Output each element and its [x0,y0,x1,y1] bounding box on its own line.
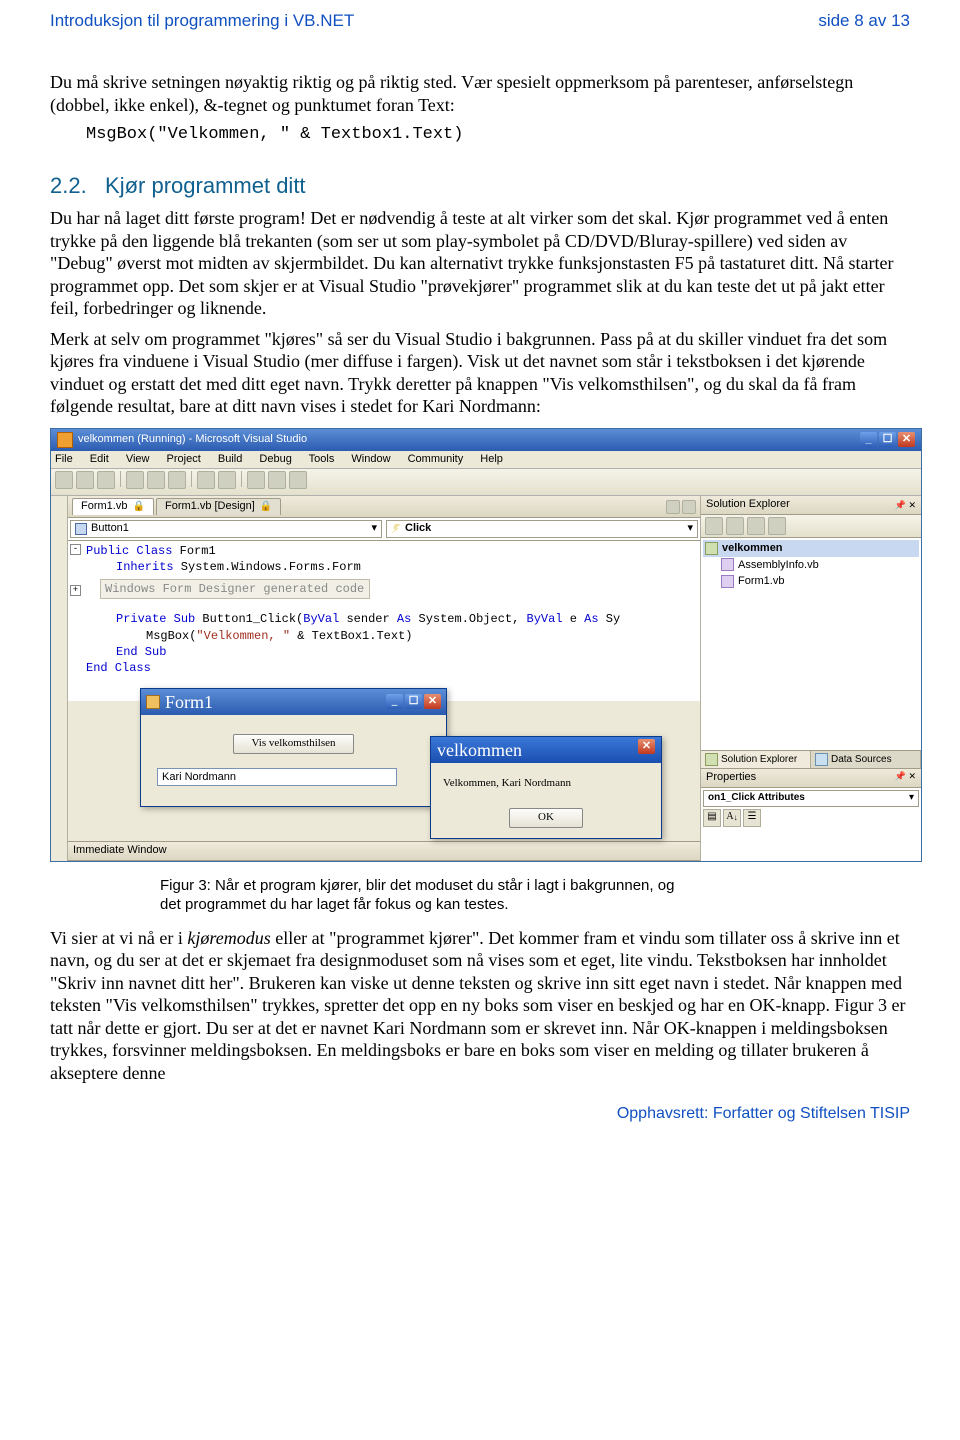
code-sample-1: MsgBox("Velkommen, " & Textbox1.Text) [86,124,910,145]
code-editor[interactable]: - Public Class Form1 Inherits System.Win… [68,541,700,701]
menu-edit[interactable]: Edit [90,453,109,465]
sort-categorized-icon[interactable]: ▤ [703,809,721,827]
menu-debug[interactable]: Debug [259,453,291,465]
paragraph-1: Du må skrive setningen nøyaktig riktig o… [50,71,910,116]
minimize-button[interactable]: _ [386,694,403,709]
maximize-button[interactable]: ☐ [405,694,422,709]
paragraph-3: Merk at selv om programmet "kjøres" så s… [50,328,910,418]
paragraph-2: Du har nå laget ditt første program! Det… [50,207,910,320]
menu-file[interactable]: File [55,453,73,465]
copyright: Opphavsrett: Forfatter og Stiftelsen TIS… [50,1104,910,1124]
project-icon [705,542,718,555]
toolbar-icon[interactable] [197,471,215,489]
close-button[interactable]: ✕ [424,694,441,709]
ok-button[interactable]: OK [509,808,583,828]
toolbar-icon[interactable] [126,471,144,489]
toolbar-icon[interactable] [289,471,307,489]
form-icon [146,695,160,709]
solution-explorer-tree[interactable]: velkommen AssemblyInfo.vb Form1.vb [701,538,921,750]
toolbar-icon[interactable] [55,471,73,489]
toolbar-icon[interactable] [747,517,765,535]
lock-icon: 🔒 [260,501,272,512]
menu-help[interactable]: Help [480,453,503,465]
toolbar-icon[interactable] [768,517,786,535]
toolbar-icon[interactable] [247,471,265,489]
maximize-button[interactable]: ☐ [879,432,896,447]
toolbar-icon[interactable] [268,471,286,489]
figure-3-caption: Figur 3: Når et program kjører, blir det… [160,876,680,915]
toolbar-icon[interactable] [147,471,165,489]
event-icon [391,524,401,534]
msgbox-text: Velkommen, Kari Nordmann [431,763,661,799]
chevron-down-icon: ▾ [687,522,693,536]
solution-explorer-header: Solution Explorer 📌 ✕ [701,496,921,515]
immediate-window[interactable]: Immediate Window [68,841,700,861]
vs-title: velkommen (Running) - Microsoft Visual S… [78,433,307,447]
menu-project[interactable]: Project [167,453,201,465]
minimize-button[interactable]: _ [860,432,877,447]
tab-form1-vb[interactable]: Form1.vb 🔒 [72,498,154,515]
chevron-down-icon: ▾ [909,792,914,805]
figure-3-screenshot: velkommen (Running) - Microsoft Visual S… [50,428,910,862]
form1-title: Form1 [165,691,213,714]
tab-solution-explorer[interactable]: Solution Explorer [701,751,811,768]
running-form1-window[interactable]: Form1 _ ☐ ✕ Vis velkomsthilsen [140,688,447,807]
tab-nav-close[interactable] [682,500,696,514]
solution-icon [705,753,718,766]
sort-alpha-icon[interactable]: A↓ [723,809,741,827]
method-combo[interactable]: Click ▾ [386,520,698,538]
menu-community[interactable]: Community [408,453,464,465]
paragraph-4: Vi sier at vi nå er i kjøremodus eller a… [50,927,910,1085]
close-button[interactable]: ✕ [638,739,655,754]
vb-file-icon [721,575,734,588]
page-number: side 8 av 13 [818,10,910,31]
toolbar-icon[interactable] [97,471,115,489]
toolbar-icon[interactable] [218,471,236,489]
class-icon [75,523,87,535]
menu-build[interactable]: Build [218,453,242,465]
properties-header: Properties 📌 ✕ [701,768,921,788]
designer-region[interactable]: Windows Form Designer generated code [100,579,370,599]
immediate-window-title: Immediate Window [68,842,700,861]
pin-icon[interactable]: 📌 ✕ [895,500,916,511]
vis-velkomsthilsen-button[interactable]: Vis velkomsthilsen [233,734,355,754]
app-icon [57,432,73,448]
menu-tools[interactable]: Tools [309,453,335,465]
msgbox-title: velkommen [437,739,522,762]
toolbar-icon[interactable] [726,517,744,535]
project-node[interactable]: velkommen [703,540,919,557]
pin-icon[interactable]: 📌 ✕ [895,771,916,785]
toolbar-icon[interactable] [76,471,94,489]
tab-nav-left[interactable] [666,500,680,514]
heading-2-2: 2.2. Kjør programmet ditt [50,172,910,200]
outline-toggle-icon[interactable]: - [70,544,81,555]
toolbar-icon[interactable] [168,471,186,489]
close-button[interactable]: ✕ [898,432,915,447]
vs-menubar: File Edit View Project Build Debug Tools… [51,451,921,470]
left-dock[interactable] [51,496,68,860]
chevron-down-icon: ▾ [371,522,377,536]
vs-toolbar [51,469,921,496]
vs-titlebar[interactable]: velkommen (Running) - Microsoft Visual S… [51,429,921,451]
lock-icon: 🔒 [133,501,145,512]
toolbar-icon[interactable] [705,517,723,535]
solution-explorer-toolbar [701,515,921,538]
doc-title: Introduksjon til programmering i VB.NET [50,10,354,31]
document-tabs: Form1.vb 🔒 Form1.vb [Design] 🔒 [68,496,700,518]
outline-toggle-icon[interactable]: + [70,585,81,596]
data-icon [815,753,828,766]
name-textbox[interactable] [157,768,397,786]
file-node[interactable]: AssemblyInfo.vb [703,557,919,574]
menu-view[interactable]: View [126,453,150,465]
tab-form1-design[interactable]: Form1.vb [Design] 🔒 [156,498,281,515]
properties-icon[interactable]: ☰ [743,809,761,827]
class-combo[interactable]: Button1 ▾ [70,520,382,538]
properties-object-combo[interactable]: on1_Click Attributes ▾ [703,790,919,807]
menu-window[interactable]: Window [351,453,390,465]
tab-data-sources[interactable]: Data Sources [811,751,921,768]
msgbox-window[interactable]: velkommen ✕ Velkommen, Kari Nordmann OK [430,736,662,839]
vb-file-icon [721,558,734,571]
file-node[interactable]: Form1.vb [703,573,919,590]
